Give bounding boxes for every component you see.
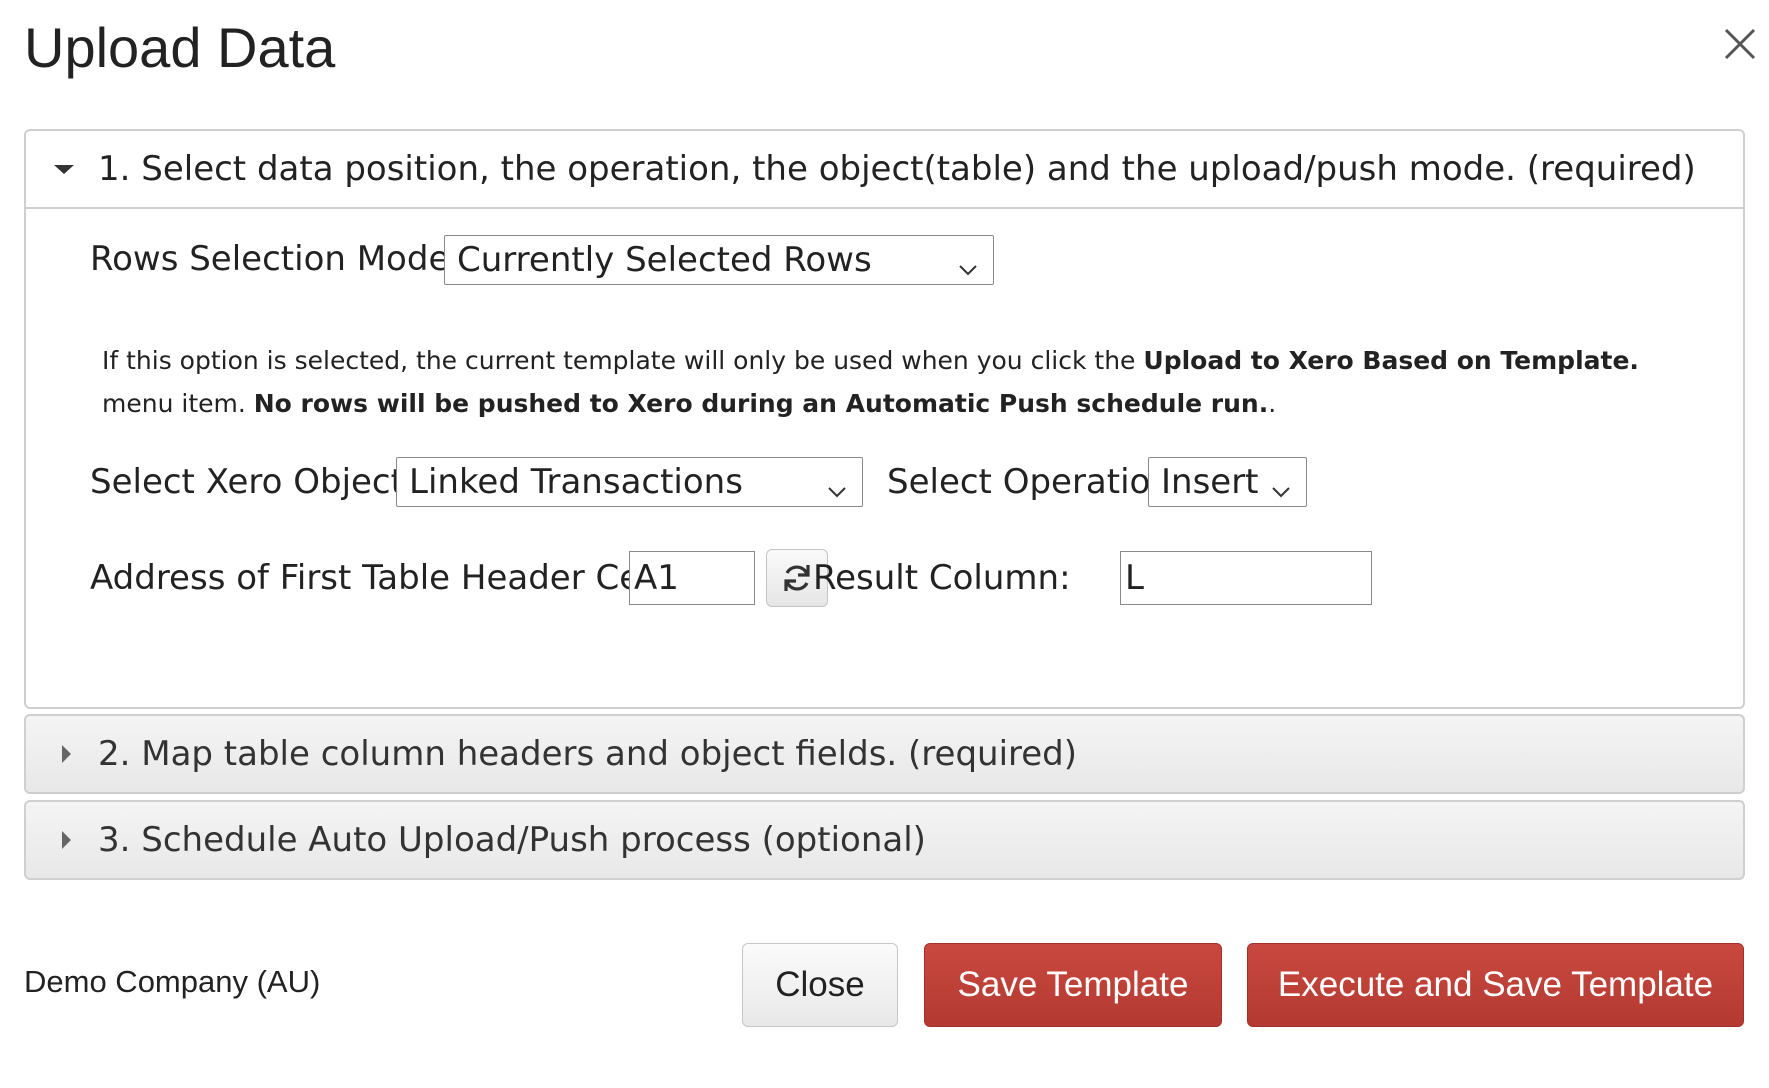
operation-label: Select Operation: xyxy=(887,462,1184,502)
info-text-part: . xyxy=(1268,389,1277,418)
rows-mode-value: Currently Selected Rows xyxy=(457,240,872,280)
dialog-title: Upload Data xyxy=(24,16,336,79)
section-3-panel: 3. Schedule Auto Upload/Push process (op… xyxy=(24,800,1745,880)
section-2-panel: 2. Map table column headers and object f… xyxy=(24,714,1745,794)
object-value: Linked Transactions xyxy=(409,462,743,502)
section-1-header[interactable]: 1. Select data position, the operation, … xyxy=(26,131,1743,209)
address-label: Address of First Table Header Cell: xyxy=(90,558,671,598)
operation-select[interactable]: Insert xyxy=(1148,457,1307,507)
section-2-title: 2. Map table column headers and object f… xyxy=(98,734,1078,774)
save-template-button[interactable]: Save Template xyxy=(924,943,1222,1027)
caret-right-icon xyxy=(62,745,71,763)
caret-right-icon xyxy=(62,831,71,849)
execute-and-save-button[interactable]: Execute and Save Template xyxy=(1247,943,1744,1027)
section-2-header[interactable]: 2. Map table column headers and object f… xyxy=(26,716,1743,792)
info-text-part: menu item. xyxy=(102,389,254,418)
chevron-down-icon xyxy=(826,472,848,498)
rows-mode-label: Rows Selection Mode: xyxy=(90,239,461,279)
caret-down-icon xyxy=(54,165,74,174)
section-3-title: 3. Schedule Auto Upload/Push process (op… xyxy=(98,820,926,860)
section-1-panel: 1. Select data position, the operation, … xyxy=(24,129,1745,709)
result-column-label: Result Column: xyxy=(813,558,1071,598)
info-text-bold: No rows will be pushed to Xero during an… xyxy=(253,389,1269,418)
close-button[interactable]: Close xyxy=(742,943,898,1027)
info-text-bold: Upload to Xero Based on Template. xyxy=(1143,346,1639,375)
section-3-header[interactable]: 3. Schedule Auto Upload/Push process (op… xyxy=(26,802,1743,878)
info-text: If this option is selected, the current … xyxy=(102,339,1702,425)
chevron-down-icon xyxy=(1270,472,1292,498)
chevron-down-icon xyxy=(957,250,979,276)
info-text-part: If this option is selected, the current … xyxy=(102,346,1144,375)
close-icon[interactable] xyxy=(1722,26,1758,62)
object-select[interactable]: Linked Transactions xyxy=(396,457,863,507)
section-1-title: 1. Select data position, the operation, … xyxy=(98,149,1696,189)
result-column-input[interactable] xyxy=(1120,551,1372,605)
rows-mode-select[interactable]: Currently Selected Rows xyxy=(444,235,994,285)
refresh-icon xyxy=(784,565,810,591)
company-name: Demo Company (AU) xyxy=(24,964,321,999)
address-input[interactable] xyxy=(629,551,755,605)
operation-value: Insert xyxy=(1161,462,1259,502)
object-label: Select Xero Object: xyxy=(90,462,416,502)
